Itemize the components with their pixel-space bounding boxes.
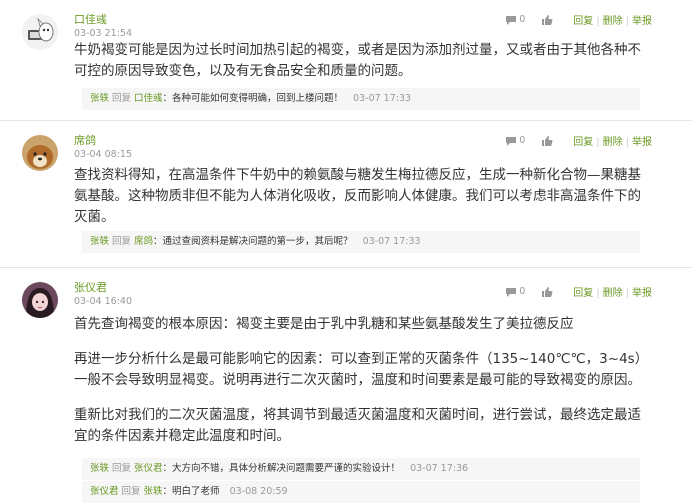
like-button[interactable] bbox=[541, 135, 553, 147]
comment-text: 再进一步分析什么是最可能影响它的因素：可以查到正常的灭菌条件（135~140℃℃… bbox=[74, 351, 642, 388]
thumbs-up-icon bbox=[541, 286, 553, 298]
reply-from[interactable]: 张轶 bbox=[90, 236, 109, 247]
delete-link[interactable]: 删除 bbox=[603, 137, 623, 148]
comment-actions: 0 回复 | 删除 | 举报 bbox=[489, 12, 652, 27]
report-link[interactable]: 举报 bbox=[632, 16, 652, 27]
comment-content: 首先查询褐变的根本原因：褐变主要是由于乳中乳糖和某些氨基酸发生了美拉德反应 再进… bbox=[74, 314, 644, 447]
thumbs-up-icon bbox=[541, 14, 553, 26]
reply-verb: 回复 bbox=[112, 236, 132, 247]
reply-to[interactable]: 张轶 bbox=[144, 486, 163, 497]
delete-link[interactable]: 删除 bbox=[603, 16, 623, 27]
reply-to[interactable]: 席鸽 bbox=[134, 236, 153, 247]
reply-from[interactable]: 张轶 bbox=[90, 463, 109, 474]
reply-to[interactable]: 张仪君 bbox=[134, 463, 163, 474]
reply-time: 03-08 20:59 bbox=[229, 486, 288, 497]
reply-link[interactable]: 回复 bbox=[573, 288, 593, 299]
comment-actions: 0 回复 | 删除 | 举报 bbox=[489, 133, 652, 148]
avatar[interactable] bbox=[22, 282, 58, 318]
reply-text: ：各种可能如何变得明确，回到上楼问题！ bbox=[162, 93, 344, 104]
avatar[interactable] bbox=[22, 14, 58, 50]
reply-item: 张轶 回复 口佳彧：各种可能如何变得明确，回到上楼问题！ 03-07 17:33 bbox=[82, 88, 640, 110]
reply-link[interactable]: 回复 bbox=[573, 16, 593, 27]
reply-time: 03-07 17:33 bbox=[353, 93, 412, 104]
reply-to[interactable]: 口佳彧 bbox=[134, 93, 163, 104]
comment-item: 席鸽 03-04 08:15 0 回复 | 删除 | 举报 查找资料得知，在高温条件下牛… bbox=[0, 121, 692, 268]
reply-item: 张轶 回复 席鸽：通过查阅资料是解决问题的第一步，其后呢？ 03-07 17:33 bbox=[82, 231, 640, 253]
comment-bubble-icon bbox=[505, 14, 517, 26]
reply-item: 张轶 回复 张仪君：大方向不错，具体分析解决问题需要严谨的实验设计！ 03-07 17… bbox=[82, 458, 640, 480]
comment-text: 查找资料得知，在高温条件下牛奶中的赖氨酸与糖发生梅拉德反应，生成一种新化合物—果… bbox=[74, 167, 641, 225]
comment-count[interactable]: 0 bbox=[505, 14, 525, 26]
thumbs-up-icon bbox=[541, 135, 553, 147]
reply-time: 03-07 17:36 bbox=[410, 463, 469, 474]
comment-count[interactable]: 0 bbox=[505, 286, 525, 298]
comment-bubble-icon bbox=[505, 135, 517, 147]
comment-bubble-icon bbox=[505, 286, 517, 298]
comment-item: 口佳彧 03-03 21:54 0 回复 | 删除 | 举报 牛奶褐变可能是因为过长时间… bbox=[0, 0, 692, 121]
comment-author[interactable]: 张仪君 bbox=[74, 279, 107, 295]
comment-content: 牛奶褐变可能是因为过长时间加热引起的褐变，或者是因为添加剂过量，又或者由于其他各… bbox=[74, 40, 644, 82]
comment-author[interactable]: 口佳彧 bbox=[74, 11, 107, 27]
avatar[interactable] bbox=[22, 135, 58, 171]
reply-link[interactable]: 回复 bbox=[573, 137, 593, 148]
comment-text: 首先查询褐变的根本原因：褐变主要是由于乳中乳糖和某些氨基酸发生了美拉德反应 bbox=[74, 316, 574, 332]
report-link[interactable]: 举报 bbox=[632, 288, 652, 299]
reply-text: ：明白了老师 bbox=[162, 486, 220, 497]
reply-text: ：通过查阅资料是解决问题的第一步，其后呢？ bbox=[153, 236, 353, 247]
report-link[interactable]: 举报 bbox=[632, 137, 652, 148]
reply-verb: 回复 bbox=[112, 93, 132, 104]
like-button[interactable] bbox=[541, 14, 553, 26]
delete-link[interactable]: 删除 bbox=[603, 288, 623, 299]
comment-time: 03-03 21:54 bbox=[74, 28, 133, 39]
comment-author[interactable]: 席鸽 bbox=[74, 132, 96, 148]
comment-count-value: 0 bbox=[519, 286, 526, 297]
reply-time: 03-07 17:33 bbox=[362, 236, 421, 247]
reply-verb: 回复 bbox=[121, 486, 141, 497]
comment-text: 重新比对我们的二次灭菌温度，将其调节到最适灭菌温度和灭菌时间，进行尝试，最终选定… bbox=[74, 407, 641, 444]
comment-count-value: 0 bbox=[519, 135, 526, 146]
comment-actions: 0 回复 | 删除 | 举报 bbox=[489, 284, 652, 299]
comment-text: 牛奶褐变可能是因为过长时间加热引起的褐变，或者是因为添加剂过量，又或者由于其他各… bbox=[74, 42, 641, 79]
reply-verb: 回复 bbox=[112, 463, 132, 474]
reply-text: ：大方向不错，具体分析解决问题需要严谨的实验设计！ bbox=[162, 463, 401, 474]
reply-from[interactable]: 张仪君 bbox=[90, 486, 119, 497]
reply-item: 张仪君 回复 张轶：明白了老师 03-08 20:59 bbox=[82, 481, 640, 503]
comment-time: 03-04 16:40 bbox=[74, 296, 133, 307]
comment-time: 03-04 08:15 bbox=[74, 149, 133, 160]
comment-content: 查找资料得知，在高温条件下牛奶中的赖氨酸与糖发生梅拉德反应，生成一种新化合物—果… bbox=[74, 165, 644, 228]
comment-count-value: 0 bbox=[519, 14, 526, 25]
like-button[interactable] bbox=[541, 286, 553, 298]
comment-item: 张仪君 03-04 16:40 0 回复 | 删除 | 举报 首先查询褐变的根本原因：褐… bbox=[0, 268, 692, 504]
comment-count[interactable]: 0 bbox=[505, 135, 525, 147]
reply-from[interactable]: 张轶 bbox=[90, 93, 109, 104]
